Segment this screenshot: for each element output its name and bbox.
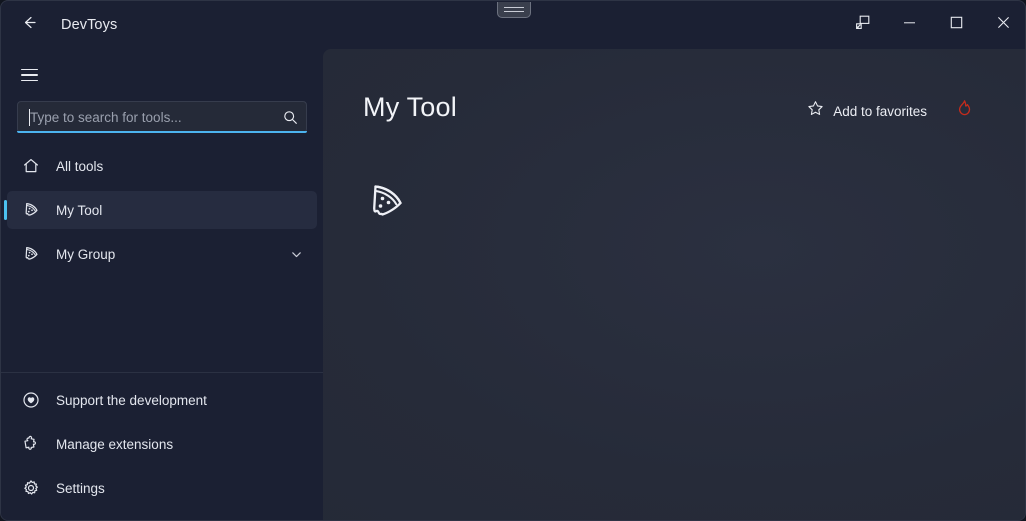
sidebar-item-label: My Group <box>56 246 116 262</box>
devtoys-window: DevToys My Tool Add to favorites Type to… <box>0 0 1026 521</box>
home-icon <box>21 156 41 176</box>
minimize-button[interactable] <box>886 1 933 48</box>
search-focus-underline <box>17 131 307 133</box>
sidebar-bottom-list: Support the development Manage extension… <box>1 381 323 520</box>
hamburger-icon-line <box>20 74 38 76</box>
sidebar-item-settings[interactable]: Settings <box>7 469 317 507</box>
sidebar: All tools My Tool <box>1 49 323 520</box>
compact-overlay-icon <box>855 15 870 35</box>
star-outline-icon <box>807 100 824 122</box>
sidebar-divider <box>1 372 323 373</box>
flame-icon <box>956 99 973 122</box>
hamburger-icon-line <box>20 79 38 82</box>
app-title: DevToys <box>61 17 118 33</box>
gear-icon <box>21 478 41 498</box>
sidebar-item-label: Settings <box>56 480 105 496</box>
sidebar-item-my-tool[interactable]: My Tool <box>4 191 317 229</box>
window-drag-handle[interactable] <box>497 2 531 18</box>
search-input[interactable] <box>18 102 306 132</box>
back-arrow-icon <box>21 14 38 36</box>
pizza-slice-icon <box>21 200 41 220</box>
sidebar-item-support-development[interactable]: Support the development <box>7 381 317 419</box>
search-box[interactable] <box>17 101 307 133</box>
minimize-icon <box>903 16 916 34</box>
chevron-down-icon[interactable] <box>290 248 303 261</box>
drag-handle-line <box>504 7 524 8</box>
sidebar-item-label: All tools <box>56 158 104 174</box>
add-to-favorites-button[interactable]: Add to favorites <box>799 96 935 126</box>
maximize-icon <box>950 16 963 34</box>
sidebar-item-my-group[interactable]: My Group <box>7 235 317 273</box>
add-to-favorites-label: Add to favorites <box>833 103 927 119</box>
hamburger-icon-line <box>20 68 38 71</box>
sidebar-nav-list: All tools My Tool My Group <box>1 147 323 368</box>
sidebar-item-label: My Tool <box>56 202 103 218</box>
flame-button[interactable] <box>949 95 979 125</box>
pizza-slice-icon <box>21 244 41 264</box>
tool-content <box>323 159 1025 225</box>
sidebar-item-all-tools[interactable]: All tools <box>7 147 317 185</box>
page-title: My Tool <box>363 92 457 122</box>
content-pane: My Tool Add to favorites <box>323 49 1025 520</box>
back-button[interactable] <box>9 8 49 42</box>
sidebar-item-manage-extensions[interactable]: Manage extensions <box>7 425 317 463</box>
search-icon[interactable] <box>283 102 298 132</box>
title-bar: DevToys <box>1 1 1025 49</box>
compact-overlay-button[interactable] <box>839 1 886 48</box>
hamburger-menu-button[interactable] <box>9 57 49 93</box>
drag-handle-line <box>504 11 524 12</box>
text-caret <box>29 109 30 126</box>
close-icon <box>997 16 1010 34</box>
sidebar-item-label: Support the development <box>56 392 207 408</box>
maximize-button[interactable] <box>933 1 980 48</box>
pizza-slice-icon <box>363 179 409 225</box>
sidebar-item-label: Manage extensions <box>56 436 174 452</box>
window-controls <box>839 1 1025 48</box>
heart-circle-icon <box>21 390 41 410</box>
tool-header: My Tool Add to favorites <box>323 49 1025 159</box>
close-button[interactable] <box>980 1 1025 48</box>
puzzle-piece-icon <box>21 434 41 454</box>
